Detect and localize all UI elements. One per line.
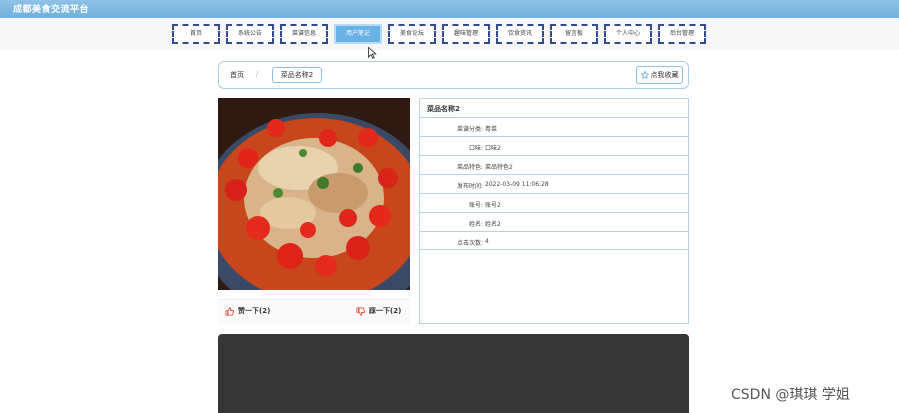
- detail-row-account: 账号: 账号2: [420, 193, 688, 212]
- dish-photo: [218, 98, 410, 290]
- watermark-text: CSDN @琪琪 学姐: [731, 387, 850, 403]
- dislike-button[interactable]: 踩一下(2): [356, 306, 401, 316]
- thumbs-down-icon: [356, 306, 365, 316]
- breadcrumb-current: 菜品名称2: [272, 67, 322, 83]
- breadcrumb-home[interactable]: 首页: [230, 70, 244, 80]
- nav-item-recipes[interactable]: 菜谱信息: [280, 24, 328, 44]
- nav-item-food-forum[interactable]: 美食论坛: [388, 24, 436, 44]
- star-icon: [640, 71, 649, 79]
- video-player[interactable]: [218, 334, 689, 413]
- nav-item-announcements[interactable]: 系统公告: [226, 24, 274, 44]
- thumbs-up-icon: [225, 306, 234, 316]
- dislike-count: 踩一下(2): [369, 307, 402, 315]
- breadcrumb-separator: /: [256, 70, 259, 78]
- detail-row-feature: 菜品特色: 菜品特色2: [420, 155, 688, 174]
- site-title: 成都美食交流平台: [13, 5, 90, 15]
- detail-label: 发布时间:: [456, 183, 483, 190]
- detail-value: 姓名2: [485, 221, 501, 228]
- favorite-button-label: 点我收藏: [650, 71, 679, 79]
- detail-row-publish-time: 发布时间: 2022-03-09 11:06:28: [420, 174, 688, 193]
- detail-row-click-count: 点击次数: 4: [420, 231, 688, 250]
- detail-label: 账号:: [468, 202, 483, 209]
- nav-item-diet-news[interactable]: 饮食资讯: [496, 24, 544, 44]
- detail-value: 2022-03-09 11:06:28: [485, 181, 549, 188]
- detail-label: 点击次数:: [456, 240, 483, 247]
- like-button[interactable]: 赞一下(2): [225, 306, 270, 316]
- nav-item-user-notes[interactable]: 用户笔记: [334, 24, 382, 44]
- nav-item-admin[interactable]: 后台管理: [658, 24, 706, 44]
- nav-item-personal-center[interactable]: 个人中心: [604, 24, 652, 44]
- top-header-bar: [0, 0, 899, 18]
- nav-item-fun-management[interactable]: 趣味管理: [442, 24, 490, 44]
- like-count: 赞一下(2): [238, 307, 271, 315]
- detail-label: 菜品特色:: [456, 164, 483, 171]
- dish-title: 菜品名称2: [427, 105, 460, 113]
- nav-item-message-board[interactable]: 留言板: [550, 24, 598, 44]
- detail-row-category: 菜谱分类: 粤菜: [420, 117, 688, 136]
- detail-label: 菜谱分类:: [456, 126, 483, 133]
- detail-label: 姓名:: [468, 221, 483, 228]
- detail-value: 菜品特色2: [485, 164, 513, 171]
- detail-row-name: 姓名: 姓名2: [420, 212, 688, 231]
- detail-value: 粤菜: [485, 126, 498, 133]
- dish-image: [218, 98, 410, 290]
- favorite-button[interactable]: 点我收藏: [636, 66, 683, 84]
- main-nav: 首页 系统公告 菜谱信息 用户笔记 美食论坛 趣味管理 饮食资讯 留言板 个人中…: [172, 24, 706, 44]
- detail-row-flavor: 口味: 口味2: [420, 136, 688, 155]
- detail-label: 口味:: [468, 145, 483, 152]
- detail-value: 4: [485, 238, 489, 245]
- nav-item-home[interactable]: 首页: [172, 24, 220, 44]
- detail-value: 口味2: [485, 145, 501, 152]
- mouse-cursor-icon: [368, 47, 377, 59]
- detail-value: 账号2: [485, 202, 501, 209]
